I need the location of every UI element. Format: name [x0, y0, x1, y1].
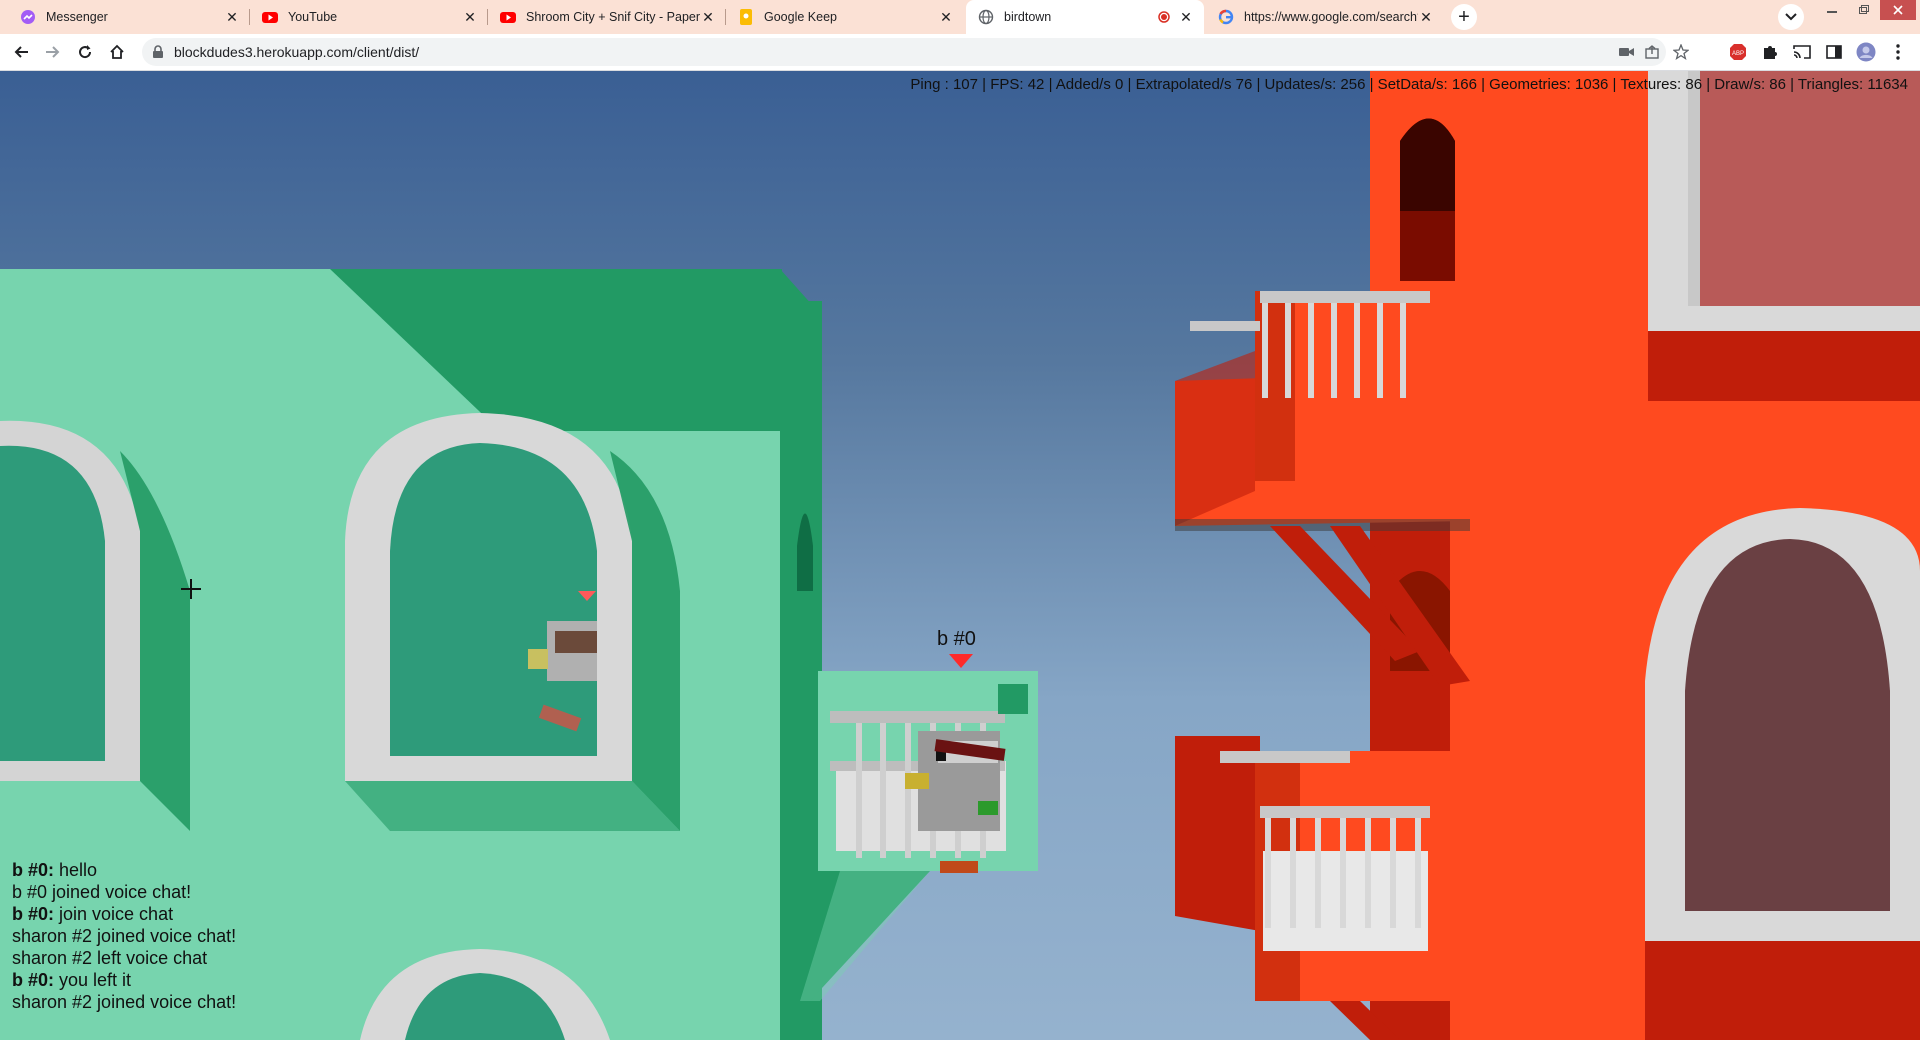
tab-title: birdtown	[1004, 10, 1052, 24]
game-canvas[interactable]: Ping : 107 | FPS: 42 | Added/s 0 | Extra…	[0, 71, 1920, 1040]
chevron-down-icon	[1785, 10, 1797, 24]
chat-message: b #0: hello	[12, 859, 236, 881]
recording-icon	[1158, 11, 1170, 23]
chat-message: b #0: you left it	[12, 969, 236, 991]
tab-shroom-city[interactable]: Shroom City + Snif City - Paper M ✕	[488, 0, 726, 34]
tab-title: https://www.google.com/search?	[1244, 10, 1418, 24]
tab-title: Messenger	[46, 10, 108, 24]
close-window-button[interactable]	[1880, 0, 1916, 20]
restore-icon	[1859, 5, 1869, 14]
adblock-plus-icon[interactable]: ABP	[1728, 42, 1748, 62]
share-icon[interactable]	[1644, 43, 1662, 61]
close-icon[interactable]: ✕	[1418, 9, 1434, 25]
chat-text: sharon #2 joined voice chat!	[12, 926, 237, 946]
chat-log: b #0: hello b #0 joined voice chat! b #0…	[12, 859, 236, 1013]
restore-button[interactable]	[1848, 0, 1880, 20]
home-icon	[110, 44, 124, 59]
address-text[interactable]: blockdudes3.herokuapp.com/client/dist/	[174, 44, 419, 60]
crosshair-icon	[181, 579, 201, 599]
extensions-puzzle-icon[interactable]	[1760, 42, 1780, 62]
close-icon[interactable]: ✕	[224, 9, 240, 25]
close-icon[interactable]: ✕	[938, 9, 954, 25]
chat-author: b #0:	[12, 904, 55, 924]
back-button[interactable]	[8, 39, 34, 65]
chat-message: b #0 joined voice chat!	[12, 881, 236, 903]
performance-stats: Ping : 107 | FPS: 42 | Added/s 0 | Extra…	[910, 76, 1908, 93]
tab-birdtown[interactable]: birdtown ✕	[966, 0, 1204, 34]
address-bar[interactable]: blockdudes3.herokuapp.com/client/dist/	[142, 38, 1689, 66]
lock-icon	[152, 45, 164, 64]
avatar[interactable]	[1856, 42, 1876, 62]
camera-icon[interactable]	[1618, 43, 1636, 61]
tab-google-keep[interactable]: Google Keep ✕	[726, 0, 964, 34]
side-panel-icon[interactable]	[1824, 42, 1844, 62]
chat-text: sharon #2 joined voice chat!	[12, 992, 237, 1012]
close-icon[interactable]: ✕	[1178, 9, 1194, 25]
orange-building	[1175, 71, 1920, 1040]
tab-strip: Messenger ✕ YouTube ✕ Shroom City + Snif…	[0, 0, 1920, 34]
reload-button[interactable]	[72, 39, 98, 65]
home-button[interactable]	[104, 39, 130, 65]
orange-balcony	[1175, 736, 1470, 1040]
tab-title: Shroom City + Snif City - Paper M	[526, 10, 700, 24]
tab-google-search[interactable]: https://www.google.com/search? ✕	[1206, 0, 1444, 34]
google-keep-icon	[738, 9, 754, 25]
minimize-icon	[1827, 11, 1837, 13]
chat-message: sharon #2 left voice chat	[12, 947, 236, 969]
square-window	[1648, 71, 1920, 401]
youtube-icon	[500, 9, 516, 25]
tab-messenger[interactable]: Messenger ✕	[8, 0, 250, 34]
arched-window	[1645, 508, 1920, 1040]
chat-text: you left it	[54, 970, 132, 990]
browser-toolbar: blockdudes3.herokuapp.com/client/dist/ A…	[0, 34, 1920, 71]
close-icon	[1893, 5, 1903, 15]
player-name-tag: b #0	[937, 628, 976, 650]
chat-text: b #0 joined voice chat!	[12, 882, 192, 902]
globe-icon	[978, 9, 994, 25]
chat-text: hello	[54, 860, 98, 880]
close-icon[interactable]: ✕	[462, 9, 478, 25]
chat-message: b #0: join voice chat	[12, 903, 236, 925]
plus-icon: +	[1458, 6, 1470, 28]
tab-youtube[interactable]: YouTube ✕	[250, 0, 488, 34]
game-scene	[0, 71, 1920, 1040]
menu-kebab-icon[interactable]	[1888, 42, 1908, 62]
cast-icon[interactable]	[1792, 42, 1812, 62]
new-tab-button[interactable]: +	[1451, 4, 1477, 30]
close-icon[interactable]: ✕	[700, 9, 716, 25]
tab-search-button[interactable]	[1778, 4, 1804, 30]
arched-window	[345, 413, 680, 831]
svg-text:ABP: ABP	[1732, 51, 1744, 57]
bookmark-star-icon[interactable]	[1672, 43, 1690, 61]
forward-button[interactable]	[40, 39, 66, 65]
arrow-left-icon	[14, 46, 28, 58]
chat-author: b #0:	[12, 970, 55, 990]
player-marker-icon	[949, 654, 973, 668]
chat-message: sharon #2 joined voice chat!	[12, 925, 236, 947]
chat-message: sharon #2 joined voice chat!	[12, 991, 236, 1013]
chat-text: join voice chat	[54, 904, 174, 924]
tab-title: Google Keep	[764, 10, 837, 24]
arrow-right-icon	[46, 46, 60, 58]
reload-icon	[79, 45, 92, 59]
messenger-icon	[20, 9, 36, 25]
tab-title: YouTube	[288, 10, 338, 24]
chat-author: b #0:	[12, 860, 55, 880]
orange-balcony	[1175, 291, 1470, 686]
chat-text: sharon #2 left voice chat	[12, 948, 208, 968]
google-icon	[1218, 9, 1234, 25]
youtube-icon	[262, 9, 278, 25]
green-balcony	[790, 671, 1038, 1001]
minimize-button[interactable]	[1816, 0, 1848, 20]
